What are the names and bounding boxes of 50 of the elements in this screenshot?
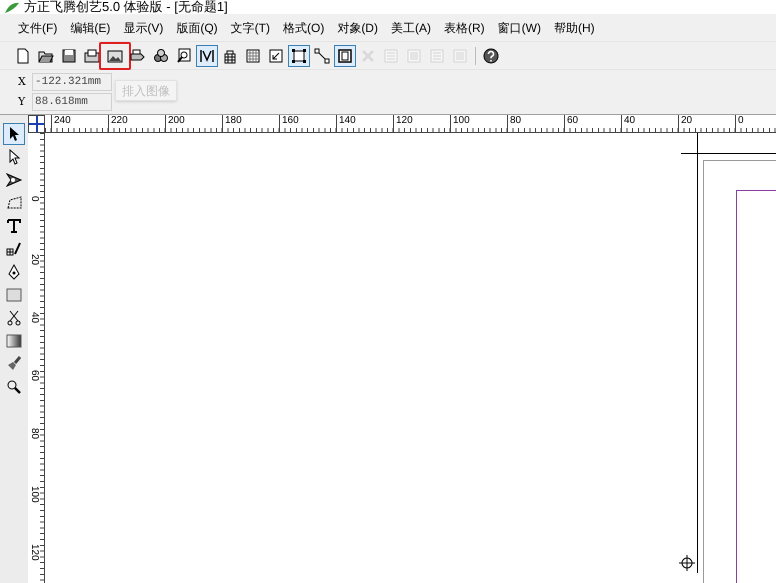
ruler-label: 180 <box>222 115 242 132</box>
ruler-label: 240 <box>51 115 71 132</box>
menu-item[interactable]: 窗口(W) <box>498 18 541 36</box>
menu-item[interactable]: 表格(R) <box>444 18 485 36</box>
axis-label: Y <box>18 94 26 110</box>
dashed-quad-icon <box>6 195 22 211</box>
zoom-icon <box>6 379 22 395</box>
ruler-label: 60 <box>564 115 578 132</box>
ruler-label: 160 <box>279 115 299 132</box>
ruler-label: 20 <box>678 115 692 132</box>
coordinate-field[interactable]: -122.321mm <box>32 73 112 91</box>
gradient-icon <box>6 333 22 349</box>
leaf-icon <box>4 2 20 14</box>
coordinate-field[interactable]: 88.618mm <box>32 93 112 111</box>
ruler-label: 100 <box>29 486 39 503</box>
crosshair-icon <box>679 555 695 571</box>
scissors-icon <box>6 310 22 326</box>
ruler-label: 140 <box>336 115 356 132</box>
menu-item[interactable]: 显示(V) <box>123 18 164 36</box>
menu-item[interactable]: 版面(Q) <box>176 18 218 36</box>
ruler-label: 40 <box>29 312 39 324</box>
menu-item[interactable]: 文字(T) <box>230 18 270 36</box>
window-title: 方正飞腾创艺5.0 体验版 - [无命题1] <box>24 0 228 14</box>
ruler-label: 0 <box>29 196 39 202</box>
brush-icon <box>6 356 22 372</box>
ruler-label: 220 <box>108 115 128 132</box>
pen-nib-icon <box>6 264 22 280</box>
menu-item[interactable]: 格式(O) <box>282 18 324 36</box>
menu-item[interactable]: 文件(F) <box>18 18 58 36</box>
menu-item[interactable]: 帮助(H) <box>554 18 595 36</box>
menu-item[interactable]: 编辑(E) <box>70 18 110 36</box>
table-pen-icon <box>6 241 22 257</box>
menu-item[interactable]: 美工(A) <box>390 18 431 36</box>
ruler-label: 100 <box>450 115 470 132</box>
menu-item[interactable]: 对象(D) <box>337 18 378 36</box>
ruler-label: 0 <box>735 115 744 132</box>
rectangle-icon <box>6 287 22 303</box>
ruler-label: 40 <box>621 115 636 132</box>
ruler-label: 120 <box>29 544 39 561</box>
ruler-label: 80 <box>29 428 39 440</box>
ruler-label: 80 <box>507 115 522 132</box>
ruler-label: 60 <box>29 370 39 382</box>
ruler-label: 200 <box>165 115 185 132</box>
toolbar-button[interactable] <box>99 42 131 70</box>
axis-label: X <box>18 74 26 90</box>
tool-button[interactable] <box>3 123 25 145</box>
rotate-pointer-icon <box>6 172 22 188</box>
text-tool-icon <box>6 218 22 234</box>
ruler-label: 20 <box>29 254 39 266</box>
ruler-label: 120 <box>393 115 413 132</box>
